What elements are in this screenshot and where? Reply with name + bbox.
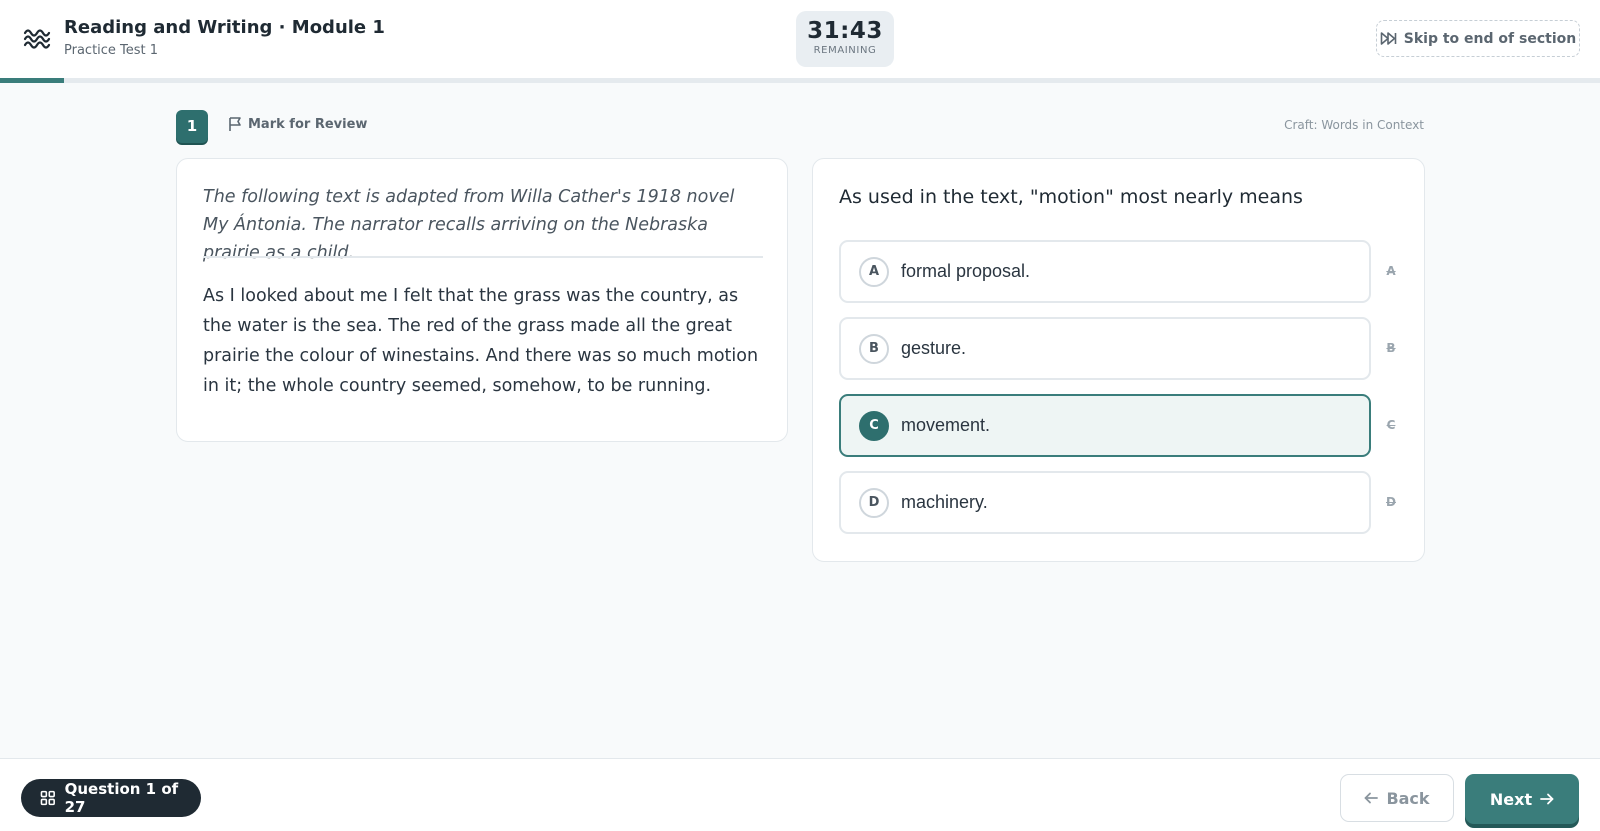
answer-option-d[interactable]: D machinery. (839, 471, 1371, 534)
flag-icon (229, 117, 241, 131)
passage-card: The following text is adapted from Willa… (176, 158, 788, 442)
footer: Question 1 of 27 Back Next (0, 758, 1600, 831)
next-label: Next (1489, 789, 1533, 809)
skill-label: Craft: Words in Context (1284, 118, 1424, 132)
option-text: formal proposal. (901, 261, 1031, 281)
page-title: Reading and Writing · Module 1 (64, 17, 385, 38)
arrow-left-icon (1365, 792, 1379, 804)
mark-for-review-button[interactable]: Mark for Review (228, 116, 367, 132)
next-button[interactable]: Next (1465, 774, 1579, 824)
question-navigator-button[interactable]: Question 1 of 27 (21, 779, 201, 817)
eliminate-option-c-button[interactable]: C (1383, 417, 1399, 433)
passage-text: As I looked about me I felt that the gra… (203, 286, 759, 396)
question-card: As used in the text, "motion" most nearl… (812, 158, 1425, 562)
timer[interactable]: 31:43 REMAINING (796, 11, 894, 67)
answer-option-c[interactable]: C movement. (839, 394, 1371, 457)
skip-to-end-label: Skip to end of section (1403, 30, 1577, 47)
skip-to-end-button[interactable]: Skip to end of section (1376, 20, 1580, 57)
passage-divider (203, 256, 763, 258)
skip-forward-icon (1380, 32, 1397, 45)
option-text: machinery. (901, 492, 988, 512)
option-letter: D (859, 488, 889, 518)
option-text: movement. (901, 415, 991, 435)
option-letter: A (859, 257, 889, 287)
arrow-right-icon (1540, 793, 1554, 805)
question-navigator-label: Question 1 of 27 (64, 780, 179, 816)
mark-for-review-label: Mark for Review (248, 116, 368, 132)
progress-fill (0, 78, 64, 83)
answer-option-a[interactable]: A formal proposal. (839, 240, 1371, 303)
timer-value: 31:43 (807, 18, 883, 44)
option-letter: B (859, 334, 889, 364)
eliminate-option-a-button[interactable]: A (1383, 263, 1399, 279)
option-text: gesture. (901, 338, 967, 358)
question-number-badge: 1 (176, 110, 208, 143)
passage-intro: The following text is adapted from Willa… (203, 187, 735, 263)
question-prompt: As used in the text, "motion" most nearl… (839, 186, 1303, 208)
answer-option-b[interactable]: B gesture. (839, 317, 1371, 380)
logo-icon (23, 29, 51, 49)
progress-bar (0, 78, 1600, 83)
option-letter: C (859, 411, 889, 441)
back-label: Back (1386, 788, 1430, 808)
eliminate-option-b-button[interactable]: B (1383, 340, 1399, 356)
eliminate-option-d-button[interactable]: D (1383, 494, 1399, 510)
back-button[interactable]: Back (1340, 774, 1454, 822)
page-subtitle: Practice Test 1 (64, 43, 159, 58)
grid-icon (40, 790, 55, 806)
timer-label: REMAINING (813, 45, 877, 56)
header: Reading and Writing · Module 1 Practice … (0, 0, 1600, 83)
